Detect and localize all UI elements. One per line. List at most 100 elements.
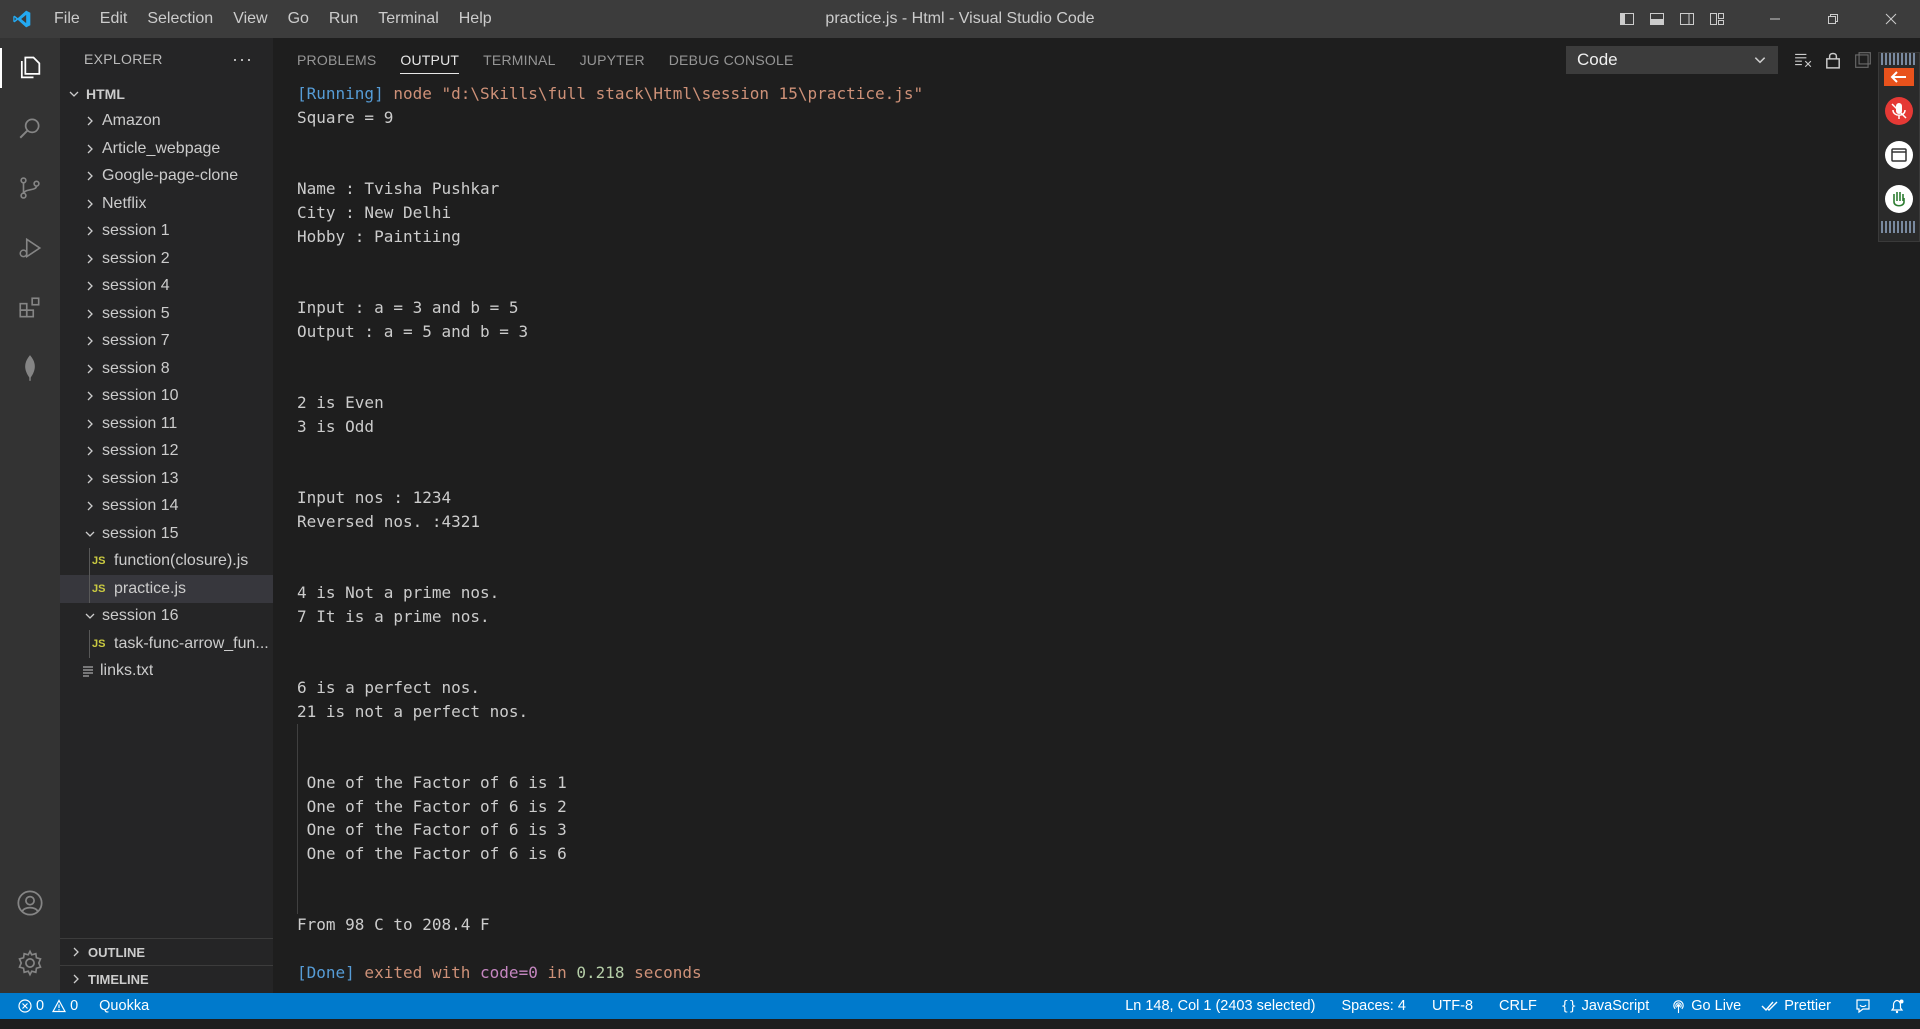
folder-amazon[interactable]: Amazon bbox=[60, 108, 273, 136]
run-debug-icon[interactable] bbox=[0, 218, 60, 278]
tree-item-label: session 4 bbox=[102, 277, 170, 295]
source-control-icon[interactable] bbox=[0, 158, 60, 218]
chevron-right-icon bbox=[82, 333, 98, 349]
search-icon[interactable] bbox=[0, 98, 60, 158]
folder-session-12[interactable]: session 12 bbox=[60, 438, 273, 466]
menu-view[interactable]: View bbox=[223, 0, 277, 38]
folder-session-8[interactable]: session 8 bbox=[60, 355, 273, 383]
outline-section[interactable]: OUTLINE bbox=[60, 938, 273, 965]
output-line: One of the Factor of 6 is 6 bbox=[297, 844, 567, 863]
menu-run[interactable]: Run bbox=[319, 0, 368, 38]
tab-jupyter[interactable]: JUPYTER bbox=[568, 38, 657, 82]
output-line: Square = 9 bbox=[297, 107, 394, 127]
folder-google-page-clone[interactable]: Google-page-clone bbox=[60, 163, 273, 191]
workspace-root[interactable]: HTML bbox=[60, 80, 273, 108]
tree-item-label: session 2 bbox=[102, 249, 170, 267]
accounts-icon[interactable] bbox=[0, 873, 60, 933]
text-file-icon bbox=[82, 665, 96, 677]
folder-session-13[interactable]: session 13 bbox=[60, 465, 273, 493]
outline-label: OUTLINE bbox=[88, 944, 146, 960]
file-function-closure-js[interactable]: JS function(closure).js bbox=[60, 547, 273, 575]
folder-session-16[interactable]: session 16 bbox=[60, 603, 273, 631]
feedback-icon[interactable] bbox=[1846, 993, 1880, 1019]
folder-article-webpage[interactable]: Article_webpage bbox=[60, 135, 273, 163]
file-task-func-arrow-fun[interactable]: JS task-func-arrow_fun... bbox=[60, 630, 273, 658]
menu-help[interactable]: Help bbox=[449, 0, 502, 38]
output-line: One of the Factor of 6 is 2 bbox=[297, 796, 567, 816]
quokka-status[interactable]: Quokka bbox=[87, 993, 158, 1019]
back-arrow-icon[interactable] bbox=[1879, 65, 1919, 89]
chevron-right-icon bbox=[82, 443, 98, 459]
tab-terminal[interactable]: TERMINAL bbox=[471, 38, 567, 82]
menu-go[interactable]: Go bbox=[278, 0, 319, 38]
folder-session-10[interactable]: session 10 bbox=[60, 383, 273, 411]
hand-tool-icon[interactable] bbox=[1879, 177, 1919, 221]
restore-icon[interactable] bbox=[1804, 0, 1862, 38]
menu-selection[interactable]: Selection bbox=[137, 0, 223, 38]
window-capture-icon[interactable] bbox=[1879, 133, 1919, 177]
file-practice-js[interactable]: JS practice.js bbox=[60, 575, 273, 603]
folder-session-15[interactable]: session 15 bbox=[60, 520, 273, 548]
tab-output[interactable]: OUTPUT bbox=[388, 38, 471, 82]
braces-icon: {} bbox=[1560, 998, 1577, 1014]
folder-session-5[interactable]: session 5 bbox=[60, 300, 273, 328]
toolbar-grip[interactable] bbox=[1881, 221, 1917, 233]
done-text: in bbox=[537, 962, 577, 982]
chevron-right-icon bbox=[82, 113, 98, 129]
timeline-section[interactable]: TIMELINE bbox=[60, 965, 273, 992]
microphone-off-icon[interactable] bbox=[1879, 89, 1919, 133]
explorer-icon[interactable] bbox=[0, 38, 60, 98]
tree-item-label: session 11 bbox=[102, 414, 178, 432]
toggle-panel-icon[interactable] bbox=[1642, 0, 1672, 38]
folder-session-2[interactable]: session 2 bbox=[60, 245, 273, 273]
toolbar-grip[interactable] bbox=[1881, 53, 1917, 65]
mongodb-leaf-icon[interactable] bbox=[0, 338, 60, 398]
output-channel-select[interactable]: Code bbox=[1566, 46, 1778, 74]
go-live-button[interactable]: Go Live bbox=[1662, 993, 1750, 1019]
folder-session-14[interactable]: session 14 bbox=[60, 493, 273, 521]
folder-session-4[interactable]: session 4 bbox=[60, 273, 273, 301]
problems-status[interactable]: 0 0 bbox=[0, 993, 87, 1019]
menu-file[interactable]: File bbox=[44, 0, 90, 38]
open-log-file-icon[interactable] bbox=[1848, 46, 1878, 74]
tab-problems[interactable]: PROBLEMS bbox=[297, 38, 388, 82]
toggle-secondary-sidebar-icon[interactable] bbox=[1672, 0, 1702, 38]
settings-gear-icon[interactable] bbox=[0, 933, 60, 993]
done-text: seconds bbox=[624, 962, 702, 982]
language-mode[interactable]: {} JavaScript bbox=[1552, 993, 1658, 1019]
notifications-bell-icon[interactable] bbox=[1880, 993, 1914, 1019]
tab-debug-console[interactable]: DEBUG CONSOLE bbox=[657, 38, 806, 82]
lock-scroll-icon[interactable] bbox=[1818, 46, 1848, 74]
toggle-primary-sidebar-icon[interactable] bbox=[1612, 0, 1642, 38]
output-done-line: [Done] exited with code=0 in 0.218 secon… bbox=[297, 961, 1857, 985]
folder-session-11[interactable]: session 11 bbox=[60, 410, 273, 438]
extensions-icon[interactable] bbox=[0, 278, 60, 338]
tree-item-label: session 10 bbox=[102, 387, 179, 405]
menu-edit[interactable]: Edit bbox=[90, 0, 138, 38]
cursor-position[interactable]: Ln 148, Col 1 (2403 selected) bbox=[1116, 993, 1324, 1019]
minimize-icon[interactable] bbox=[1746, 0, 1804, 38]
clear-output-icon[interactable] bbox=[1788, 46, 1818, 74]
tree-item-label: session 16 bbox=[102, 607, 179, 625]
indentation-status[interactable]: Spaces: 4 bbox=[1332, 993, 1415, 1019]
eol-status[interactable]: CRLF bbox=[1490, 993, 1546, 1019]
output-line: City : New Delhi bbox=[297, 202, 452, 222]
prettier-status[interactable]: Prettier bbox=[1752, 993, 1840, 1019]
file-links-txt[interactable]: links.txt bbox=[60, 658, 273, 686]
output-line: 6 is a perfect nos. bbox=[297, 677, 481, 697]
chevron-right-icon bbox=[82, 278, 98, 294]
tree-item-label: Amazon bbox=[102, 112, 161, 130]
close-icon[interactable] bbox=[1862, 0, 1920, 38]
folder-netflix[interactable]: Netflix bbox=[60, 190, 273, 218]
folder-session-7[interactable]: session 7 bbox=[60, 328, 273, 356]
more-actions-icon[interactable]: ··· bbox=[232, 49, 253, 70]
menu-terminal[interactable]: Terminal bbox=[368, 0, 448, 38]
folder-session-1[interactable]: session 1 bbox=[60, 218, 273, 246]
encoding-status[interactable]: UTF-8 bbox=[1423, 993, 1482, 1019]
customize-layout-icon[interactable] bbox=[1702, 0, 1732, 38]
